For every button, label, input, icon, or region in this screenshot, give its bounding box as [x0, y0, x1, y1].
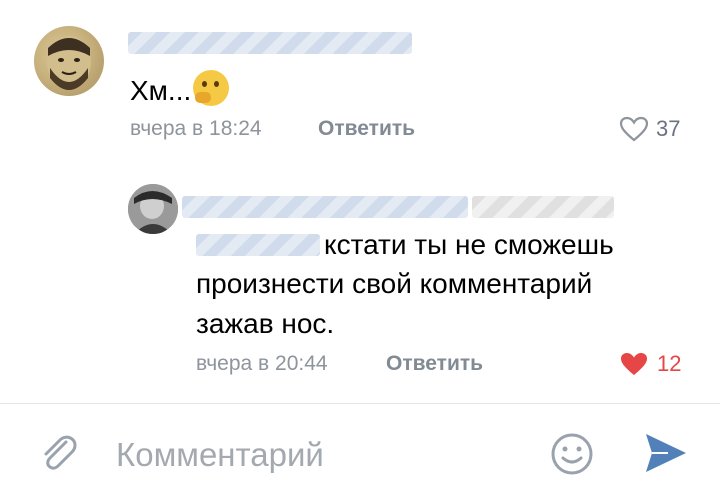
like-count: 37	[656, 116, 681, 141]
avatar[interactable]	[34, 26, 104, 96]
like-button[interactable]	[619, 116, 649, 142]
person-photo-icon	[128, 184, 178, 234]
reply-button[interactable]: Ответить	[318, 117, 415, 141]
author-name-redacted	[472, 196, 614, 218]
bearded-face-icon	[47, 36, 91, 90]
heart-outline-icon	[619, 116, 649, 142]
comment-text-line: зажав нос.	[196, 308, 335, 339]
like-count: 12	[657, 351, 682, 376]
author-name-redacted	[182, 196, 468, 218]
heart-filled-icon	[621, 353, 647, 375]
comment-text-line: произнести свой комментарий	[196, 268, 593, 299]
comment-text-line: кстати ты не сможешь	[324, 229, 614, 260]
send-arrow-icon	[646, 434, 686, 472]
attach-button[interactable]	[36, 430, 80, 474]
comment-time: вчера в 20:44	[196, 352, 328, 375]
avatar[interactable]	[128, 184, 178, 234]
mentioned-name-redacted	[196, 234, 320, 256]
paperclip-icon	[44, 435, 77, 470]
comment-text: Хм...	[130, 70, 230, 111]
emoji-button[interactable]	[550, 432, 594, 476]
comment-time: вчера в 18:24	[130, 117, 262, 140]
send-button[interactable]	[642, 430, 690, 476]
comment-composer	[0, 404, 720, 487]
author-name-redacted	[128, 32, 412, 54]
like-button[interactable]	[619, 351, 649, 377]
smiley-icon	[551, 433, 593, 475]
reply-button[interactable]: Ответить	[386, 352, 483, 376]
comment-input[interactable]: Комментарий	[116, 436, 324, 474]
thinking-face-icon	[193, 70, 230, 106]
